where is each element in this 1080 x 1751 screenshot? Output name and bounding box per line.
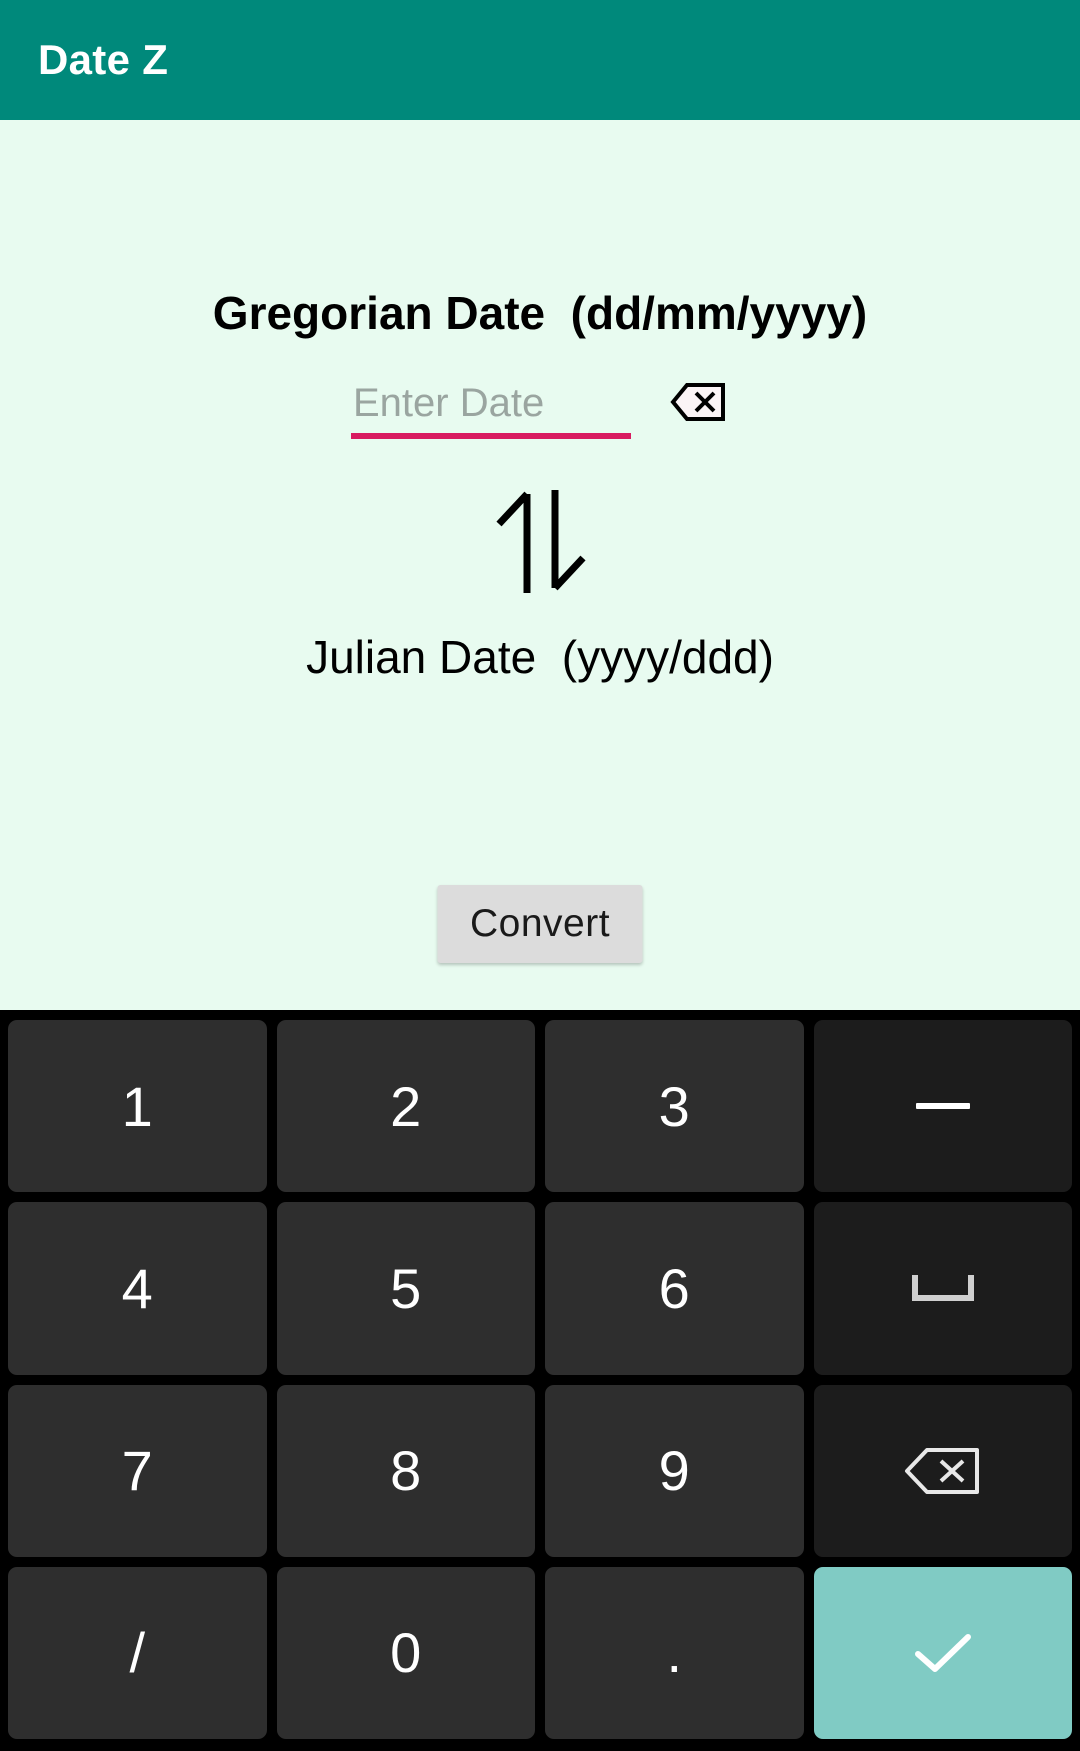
keyboard-row: 1 2 3: [8, 1020, 1072, 1193]
up-down-arrows-icon: [485, 480, 595, 610]
space-bar-icon: [911, 1275, 974, 1302]
date-field-wrapper: [351, 375, 631, 439]
key-space[interactable]: [813, 1202, 1072, 1375]
key-label: .: [666, 1621, 683, 1685]
key-label: 0: [390, 1621, 422, 1685]
numeric-keyboard: 1 2 3 4 5 6 7 8 9 / 0.: [0, 1010, 1080, 1751]
key-6[interactable]: 6: [545, 1202, 804, 1375]
dash-icon: [915, 1103, 970, 1110]
app-screen: Date Z Gregorian Date (dd/mm/yyyy) Enter…: [0, 0, 1080, 1751]
keyboard-row: 7 8 9: [8, 1384, 1072, 1557]
key-0[interactable]: 0: [276, 1566, 535, 1739]
keyboard-row: 4 5 6: [8, 1202, 1072, 1375]
swap-direction-icon-wrapper[interactable]: [0, 480, 1080, 610]
app-bar: Date Z: [0, 0, 1080, 120]
key-3[interactable]: 3: [545, 1020, 804, 1193]
key-9[interactable]: 9: [545, 1384, 804, 1557]
clear-date-button[interactable]: [649, 377, 729, 429]
key-enter[interactable]: [813, 1566, 1072, 1739]
convert-button[interactable]: Convert: [437, 885, 643, 963]
key-label: 6: [658, 1256, 690, 1320]
key-dash[interactable]: [813, 1020, 1072, 1193]
key-label: 3: [658, 1074, 690, 1138]
key-backspace[interactable]: [813, 1384, 1072, 1557]
key-4[interactable]: 4: [8, 1202, 267, 1375]
key-label: 4: [121, 1256, 153, 1320]
main-content: Gregorian Date (dd/mm/yyyy) Enter Date J…: [0, 120, 1080, 1010]
key-2[interactable]: 2: [276, 1020, 535, 1193]
key-label: 9: [658, 1439, 690, 1503]
key-label: 8: [390, 1439, 422, 1503]
checkmark-icon: [914, 1633, 971, 1672]
key-label: /: [129, 1621, 146, 1685]
date-input-row: [0, 375, 1080, 439]
julian-date-label: Julian Date (yyyy/ddd): [306, 631, 774, 683]
keyboard-row: / 0.: [8, 1566, 1072, 1739]
key-label: 7: [121, 1439, 153, 1503]
key-period[interactable]: .: [545, 1566, 804, 1739]
key-label: 2: [390, 1074, 422, 1138]
key-5[interactable]: 5: [276, 1202, 535, 1375]
app-title: Date Z: [38, 36, 169, 83]
key-label: 5: [390, 1256, 422, 1320]
input-underline: [351, 433, 631, 439]
gregorian-date-label: Gregorian Date (dd/mm/yyyy): [212, 287, 868, 339]
backspace-icon: [904, 1447, 979, 1494]
key-label: 1: [121, 1074, 153, 1138]
date-input[interactable]: [351, 375, 631, 431]
key-8[interactable]: 8: [276, 1384, 535, 1557]
key-slash[interactable]: /: [8, 1566, 267, 1739]
key-1[interactable]: 1: [8, 1020, 267, 1193]
backspace-icon: [651, 378, 727, 429]
key-7[interactable]: 7: [8, 1384, 267, 1557]
